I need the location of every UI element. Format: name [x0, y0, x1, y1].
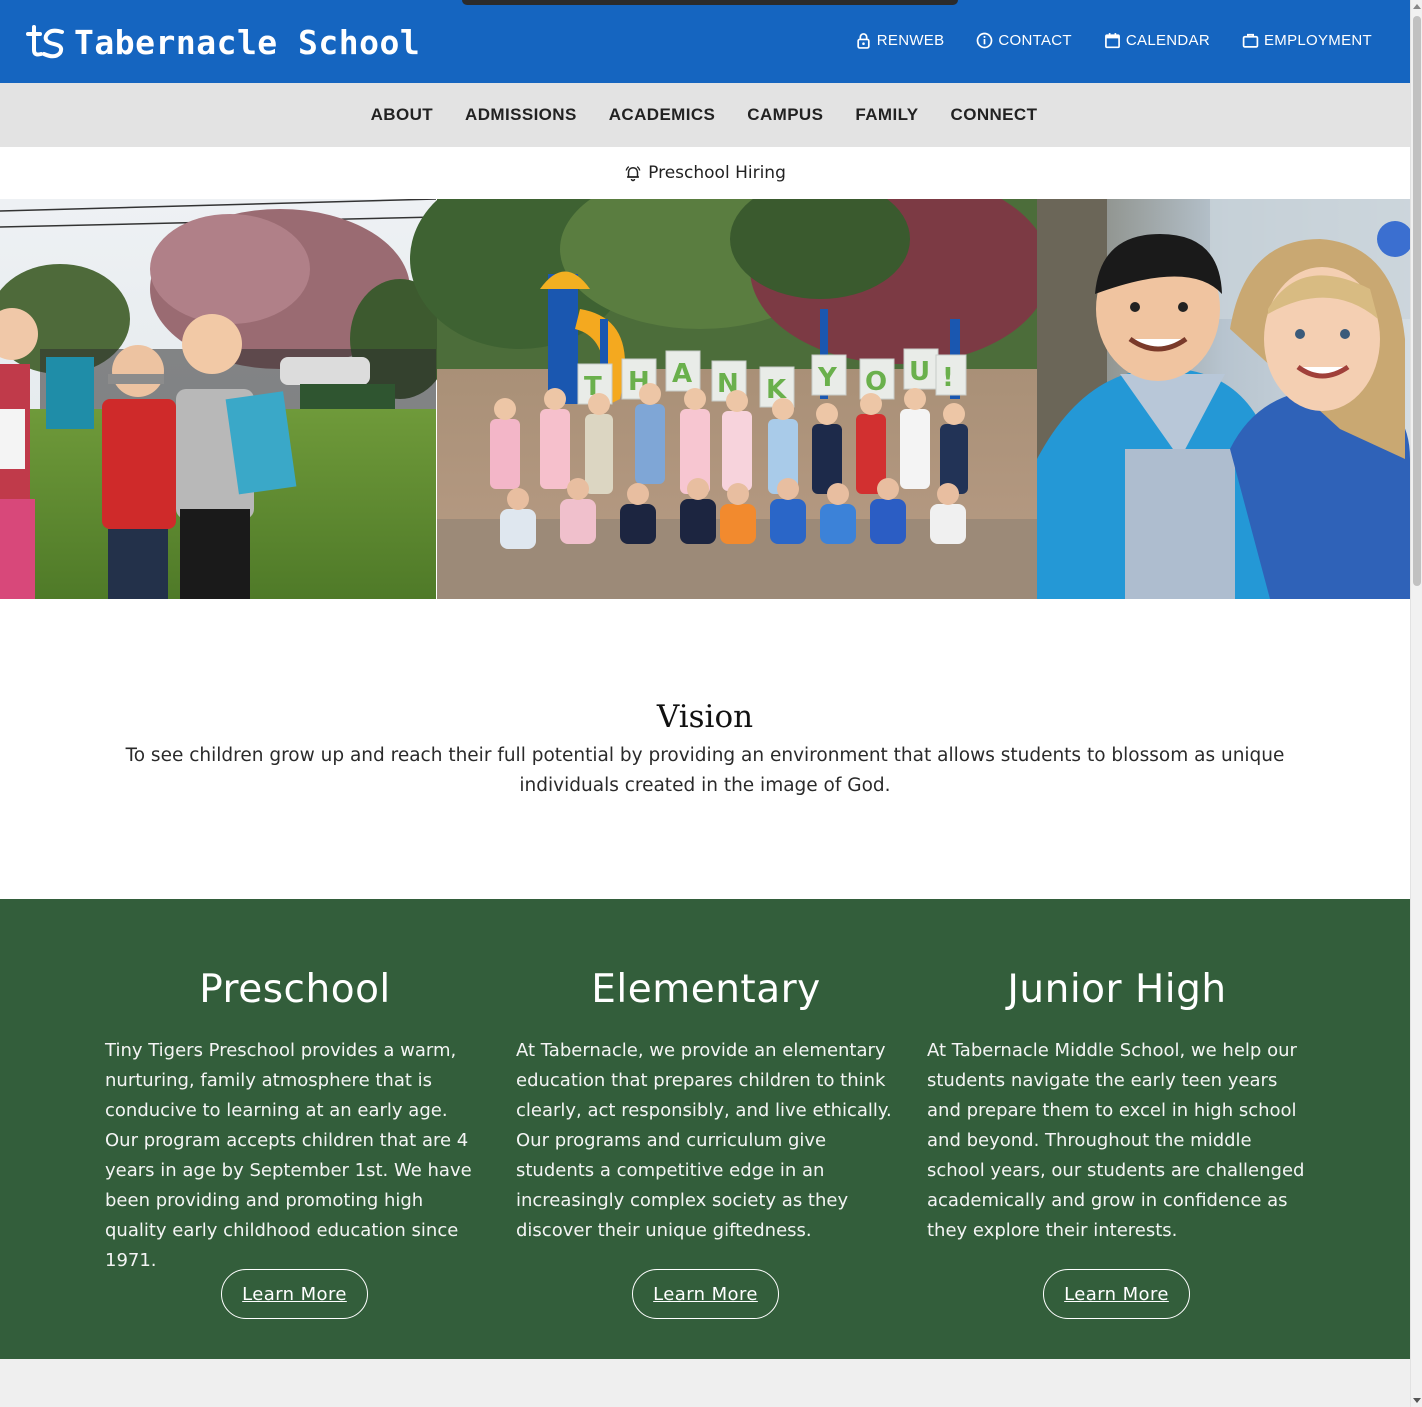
nav-item-about[interactable]: ABOUT: [371, 105, 433, 125]
alert-banner[interactable]: Preschool Hiring: [0, 147, 1410, 199]
svg-text:U: U: [909, 357, 930, 387]
programs-section: Preschool Tiny Tigers Preschool provides…: [0, 899, 1410, 1359]
program-title: Junior High: [1007, 967, 1227, 1012]
learn-more-button-preschool[interactable]: Learn More: [221, 1269, 368, 1319]
utility-link-contact[interactable]: CONTACT: [976, 32, 1072, 49]
utility-link-label: CONTACT: [998, 32, 1072, 49]
nav-item-connect[interactable]: CONNECT: [951, 105, 1038, 125]
smiling-students-photo: [1037, 199, 1410, 599]
program-title: Preschool: [199, 967, 391, 1012]
ts-logo-icon: [26, 25, 64, 59]
hero-slideshow[interactable]: THA NKY O U!: [0, 199, 1410, 599]
program-description: Tiny Tigers Preschool provides a warm, n…: [105, 1040, 472, 1271]
nav-item-academics[interactable]: ACADEMICS: [609, 105, 716, 125]
program-title: Elementary: [591, 967, 821, 1012]
utility-link-label: EMPLOYMENT: [1263, 32, 1372, 49]
kids-with-books-photo: [0, 199, 450, 599]
browser-tab-notch: [462, 0, 958, 5]
scroll-down-arrow-icon[interactable]: [1413, 1398, 1421, 1403]
briefcase-icon: [1242, 33, 1259, 48]
program-preschool: Preschool Tiny Tigers Preschool provides…: [105, 899, 485, 1359]
bell-icon: [625, 166, 641, 182]
utility-link-employment[interactable]: EMPLOYMENT: [1242, 32, 1372, 49]
svg-text:!: !: [942, 363, 954, 393]
program-description: At Tabernacle Middle School, we help our…: [927, 1040, 1305, 1241]
site-logo[interactable]: Tabernacle School: [24, 22, 420, 62]
program-elementary: Elementary At Tabernacle, we provide an …: [516, 899, 896, 1359]
lock-icon: [857, 33, 870, 49]
utility-link-label: CALENDAR: [1125, 32, 1210, 49]
svg-text:O: O: [865, 367, 887, 397]
vision-text: To see children grow up and reach their …: [125, 745, 1285, 796]
nav-item-family[interactable]: FAMILY: [855, 105, 918, 125]
learn-more-button-elementary[interactable]: Learn More: [632, 1269, 779, 1319]
svg-text:Y: Y: [817, 363, 838, 393]
vision-title: Vision: [656, 699, 754, 735]
nav-item-campus[interactable]: CAMPUS: [747, 105, 823, 125]
scrollbar-thumb[interactable]: [1413, 16, 1421, 586]
page: Tabernacle School RENWEB CONTACT CALENDA…: [0, 0, 1410, 1407]
main-nav: ABOUT ADMISSIONS ACADEMICS CAMPUS FAMILY…: [0, 83, 1410, 147]
hero-photo-strip: THA NKY O U!: [0, 199, 1410, 599]
utility-link-label: RENWEB: [876, 32, 945, 49]
scroll-up-arrow-icon[interactable]: [1413, 4, 1421, 9]
svg-text:A: A: [672, 359, 692, 389]
learn-more-button-junior-high[interactable]: Learn More: [1043, 1269, 1190, 1319]
site-header: Tabernacle School RENWEB CONTACT CALENDA…: [0, 0, 1410, 83]
vision-section: Vision To see children grow up and reach…: [0, 599, 1410, 899]
alert-text: Preschool Hiring: [648, 163, 786, 183]
utility-link-calendar[interactable]: CALENDAR: [1104, 32, 1210, 49]
page-scrollbar[interactable]: [1410, 0, 1422, 1407]
nav-item-admissions[interactable]: ADMISSIONS: [465, 105, 577, 125]
program-description: At Tabernacle, we provide an elementary …: [516, 1040, 892, 1241]
next-section-band: [0, 1359, 1410, 1407]
utility-nav: RENWEB CONTACT CALENDAR EMPLOYMENT: [855, 32, 1372, 49]
thank-you-playground-photo: THA NKY O U!: [410, 199, 1050, 599]
brand-name: Tabernacle School: [74, 22, 421, 62]
utility-link-renweb[interactable]: RENWEB: [855, 32, 945, 49]
info-icon: [977, 32, 993, 49]
program-junior-high: Junior High At Tabernacle Middle School,…: [927, 899, 1307, 1359]
calendar-icon: [1104, 33, 1120, 49]
